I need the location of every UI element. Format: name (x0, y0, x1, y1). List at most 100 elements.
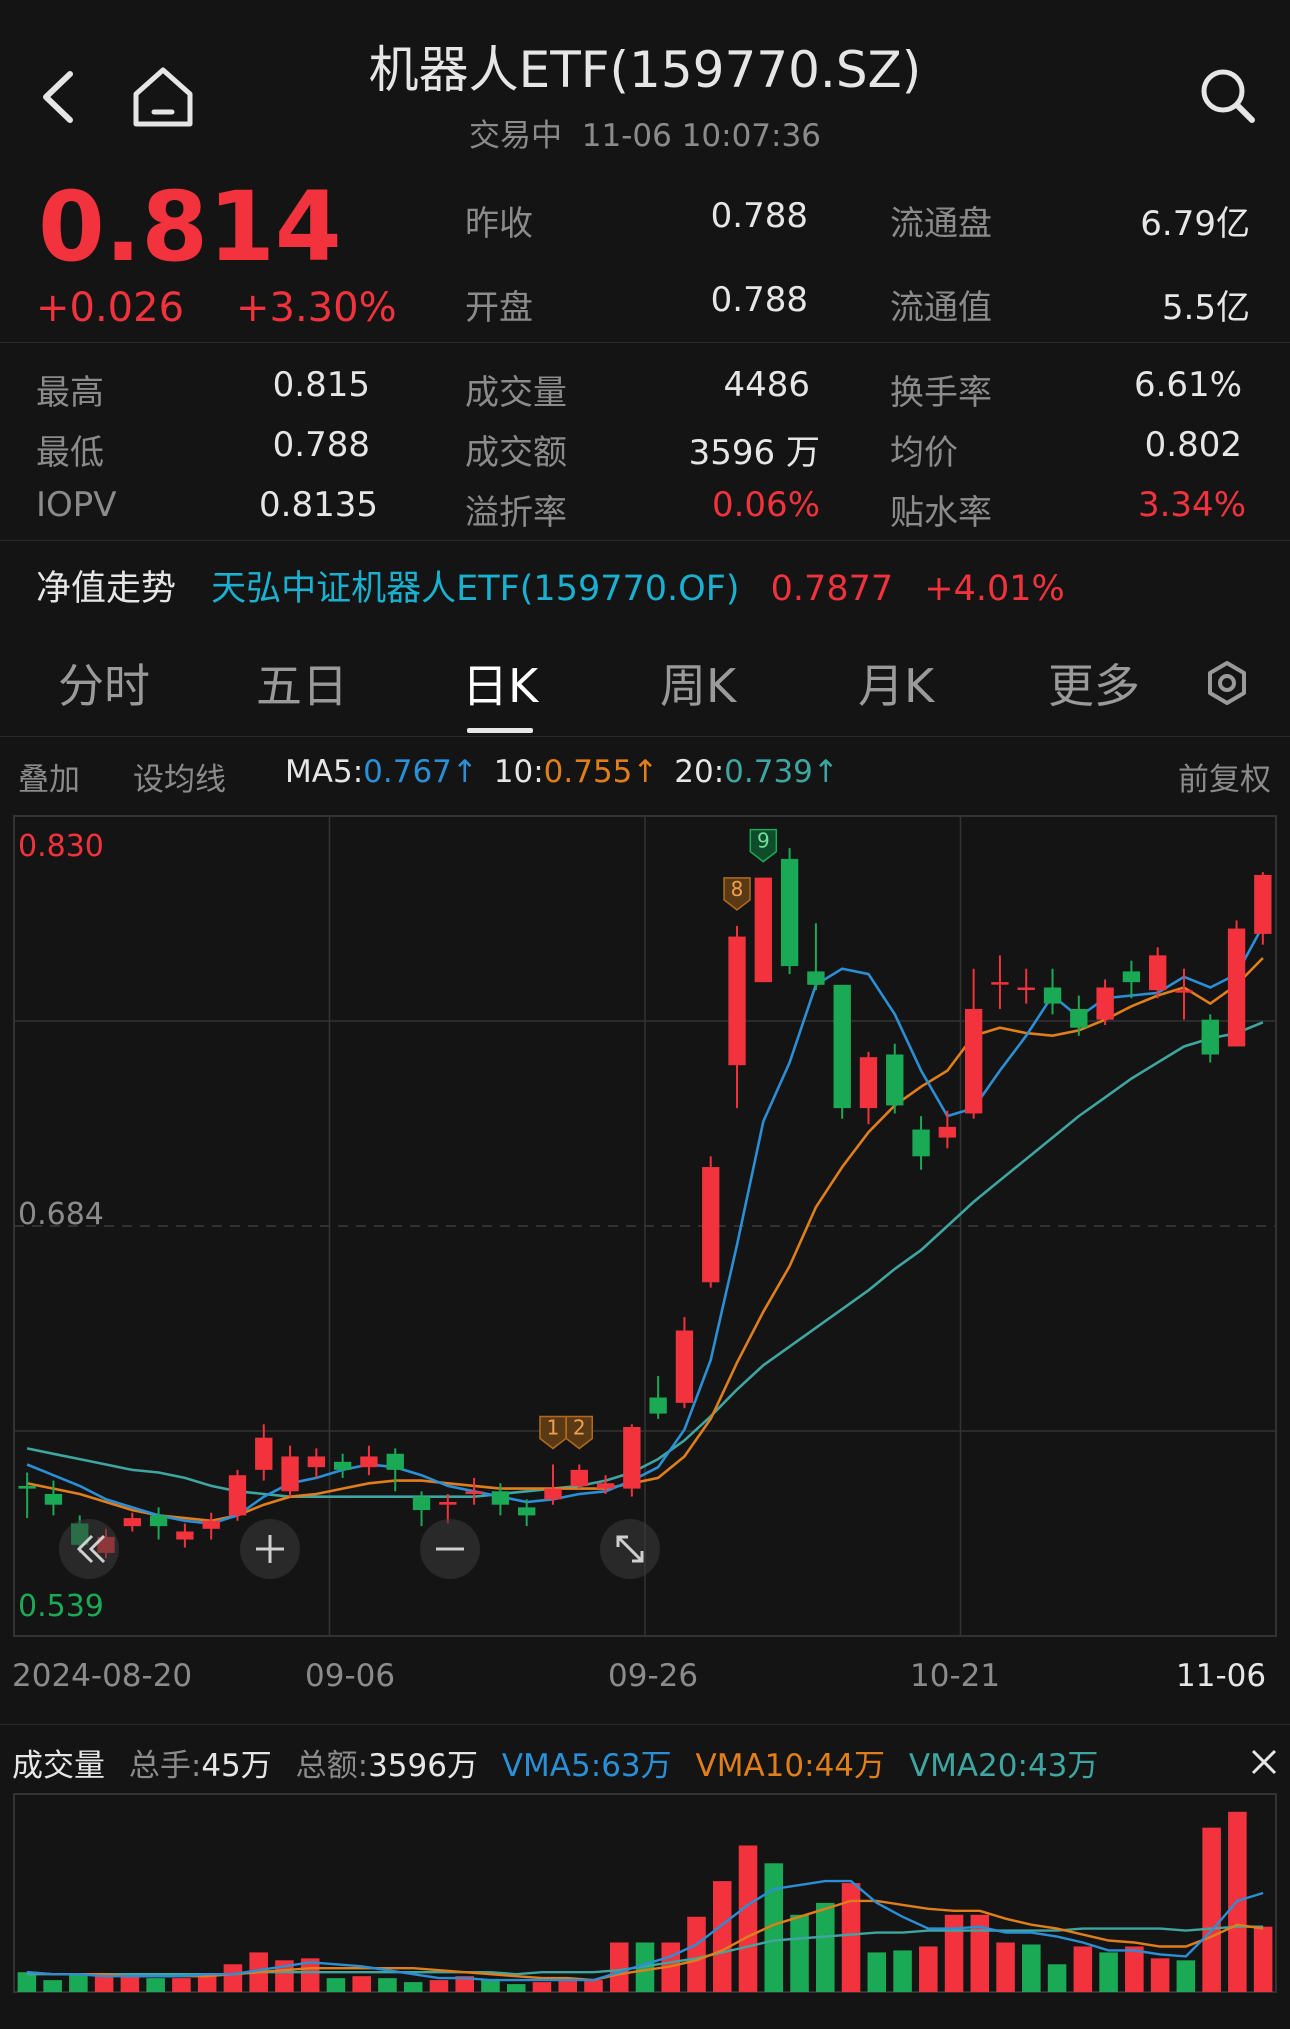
candle (912, 1116, 930, 1170)
zoom-out-button[interactable] (420, 1519, 480, 1579)
volume-bar (1047, 1964, 1067, 1992)
volume-bar (506, 1984, 526, 1992)
volume-chart[interactable] (0, 1790, 1290, 2029)
set-ma-button[interactable]: 设均线 (133, 754, 226, 799)
float-shares-value: 6.79亿 (1140, 204, 1250, 244)
candle (991, 955, 1009, 1009)
fullscreen-button[interactable] (600, 1519, 660, 1579)
chart-settings-button[interactable] (1204, 660, 1250, 706)
nav-change: +4.01% (924, 569, 1065, 609)
back-button[interactable] (36, 66, 80, 128)
candle (964, 968, 983, 1119)
candle (728, 925, 746, 1109)
tab-weekly-k[interactable]: 周K (660, 650, 736, 716)
volume-bar (1150, 1958, 1170, 1992)
svg-text:8: 8 (731, 877, 744, 901)
volume-bar (816, 1902, 835, 1992)
nav-label: 净值走势 (36, 569, 177, 609)
volume-bar (532, 1982, 552, 1992)
candle (1070, 995, 1088, 1036)
x-axis-label-1106: 11-06 (1176, 1658, 1267, 1694)
ma20-arrow: ↑ (812, 754, 839, 790)
price-change-pct: +3.30% (236, 285, 397, 331)
total-lots-value: 45万 (201, 1748, 272, 1784)
candle (859, 1051, 878, 1125)
home-icon (133, 67, 193, 127)
high-label: 最高 (36, 373, 104, 413)
ma20-value: 0.739 (724, 754, 813, 790)
status-datetime: 11-06 10:07:36 (581, 118, 821, 154)
candle (1017, 968, 1035, 1004)
ma20-label: 20 (674, 754, 714, 790)
close-icon (1251, 1749, 1277, 1775)
ma10-arrow: ↑ (632, 754, 659, 790)
volume-title: 成交量 (12, 1748, 105, 1784)
ma10-label: 10 (493, 754, 534, 790)
tab-more[interactable]: 更多 (1048, 650, 1140, 716)
settings-icon (1208, 661, 1246, 705)
tab-monthly-k[interactable]: 月K (858, 650, 934, 716)
volume-bar (712, 1881, 732, 1992)
candle (1043, 968, 1062, 1015)
iopv-value: 0.8135 (259, 485, 378, 525)
signal-marker: 1 (539, 1415, 567, 1450)
volume-bar (867, 1952, 887, 1992)
vma5-label: VMA5 (501, 1748, 591, 1784)
candle (255, 1424, 273, 1481)
volume-bar (687, 1916, 706, 1992)
x-axis-label-start: 2024-08-20 (12, 1658, 193, 1694)
tab-five-day[interactable]: 五日 (256, 650, 348, 716)
float-value-value: 5.5亿 (1161, 288, 1250, 328)
volume-bar (172, 1978, 191, 1992)
turnover-value: 6.61% (1133, 365, 1242, 405)
volume-bar (1253, 1926, 1273, 1992)
nav-value: 0.7877 (770, 569, 894, 609)
candle (439, 1493, 457, 1524)
tab-daily-k[interactable]: 日K (462, 650, 538, 716)
chevron-left-icon (43, 71, 73, 123)
signal-marker: 2 (565, 1415, 594, 1450)
divider (0, 736, 1290, 737)
volume-bar (352, 1976, 371, 1992)
candle (360, 1445, 378, 1476)
scroll-left-button[interactable] (59, 1519, 119, 1579)
price-change: +0.026 (36, 285, 185, 331)
nav-row[interactable]: 净值走势 天弘中证机器人ETF(159770.OF) 0.7877 +4.01% (36, 560, 1065, 610)
volume-bar (146, 1978, 165, 1992)
zoom-in-button[interactable] (240, 1519, 300, 1579)
candle (307, 1448, 326, 1478)
volume-legend: 成交量 总手:45万 总额:3596万 VMA5:63万 VMA10:44万 V… (12, 1748, 1099, 1784)
home-button[interactable] (130, 64, 196, 130)
close-volume-button[interactable] (1250, 1748, 1278, 1776)
candle (465, 1477, 483, 1505)
candle (702, 1156, 720, 1288)
volume-bar (1176, 1960, 1196, 1992)
volume-bar (1022, 1944, 1041, 1992)
x-axis-label-0926: 09-26 (608, 1658, 699, 1694)
avg-price-label: 均价 (890, 433, 958, 473)
volume-bar (609, 1942, 629, 1992)
candle (1175, 968, 1193, 1020)
tab-intraday[interactable]: 分时 (58, 650, 150, 716)
turnover-label: 换手率 (890, 373, 992, 413)
candle (938, 1110, 957, 1149)
search-button[interactable] (1198, 66, 1258, 126)
candle (886, 1043, 904, 1114)
candle (202, 1512, 220, 1540)
divider (0, 540, 1290, 541)
prev-close-value: 0.788 (710, 196, 808, 236)
candlestick-chart[interactable]: 1 2 89 0.830 0.684 0.539 (0, 810, 1290, 1650)
nav-fund-link[interactable]: 天弘中证机器人ETF(159770.OF) (211, 569, 739, 609)
avg-price-value: 0.802 (1144, 425, 1242, 465)
volume-bar (893, 1950, 912, 1992)
divider (0, 1724, 1290, 1725)
overlay-button[interactable]: 叠加 (18, 754, 80, 799)
page-title: 机器人ETF(159770.SZ) (368, 41, 922, 99)
candle (518, 1499, 536, 1527)
adjust-button[interactable]: 前复权 (1178, 754, 1271, 799)
candle (1122, 960, 1141, 999)
volume-label: 成交量 (465, 373, 567, 413)
amount-label: 成交额 (465, 433, 567, 473)
candle (807, 923, 825, 991)
candle (333, 1453, 352, 1478)
